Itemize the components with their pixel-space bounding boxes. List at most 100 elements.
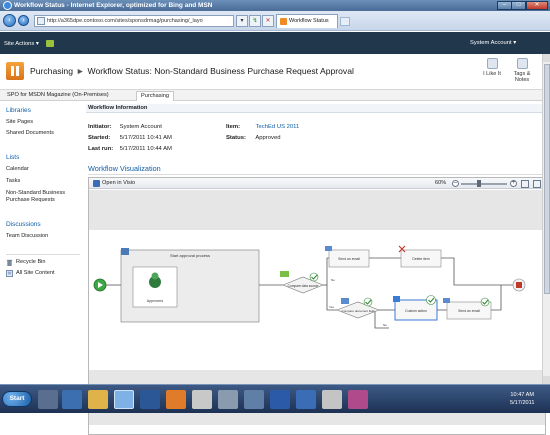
all-site-content-link[interactable]: All Site Content [16,270,55,277]
system-tray[interactable] [476,394,506,404]
sidebar-item-tasks[interactable]: Tasks [6,178,20,185]
success-check-icon-3 [426,295,436,305]
topnav-item-purchasing[interactable]: Purchasing [136,91,174,101]
tags-notes-button[interactable]: Tags & Notes [508,58,536,88]
stop-icon[interactable]: ✕ [262,15,274,27]
zoom-slider[interactable] [461,183,507,185]
user-menu[interactable]: System Account ▾ [470,40,516,46]
ie-icon [3,1,12,10]
sharepoint-tab-icon [280,18,287,25]
visio-taskbar-icon[interactable] [296,390,316,409]
top-navigation: SPO for MSDN Magazine (On-Premises) Purc… [0,90,550,101]
close-window-button[interactable]: ✕ [526,1,548,10]
address-bar-area: ‹ › http://a365dpe.contoso.com/sites/spo… [0,11,550,31]
started-label: Started: [88,135,111,141]
internet-explorer-icon[interactable] [114,390,134,409]
item-link[interactable]: TechEd US 2011 [256,124,300,130]
item-label: Item: [226,124,241,130]
zoom-out-icon[interactable]: – [452,180,459,187]
site-actions-menu[interactable]: Site Actions ▾ [4,41,39,47]
site-logo-icon[interactable] [6,62,24,80]
forward-button[interactable]: › [18,15,29,26]
sidebar-item-nonstandard-line2[interactable]: Purchase Requests [6,197,55,204]
send-email-label: Send an email [338,257,360,261]
like-icon [486,58,498,69]
lists-heading[interactable]: Lists [6,154,19,161]
sidebar-item-shared-documents[interactable]: Shared Documents [6,130,54,137]
scroll-up-icon[interactable] [543,54,550,62]
compat-view-icon[interactable]: ↯ [249,15,261,27]
start-button[interactable]: Start [2,391,32,407]
quick-launch: Libraries Site Pages Shared Documents Li… [0,102,84,297]
workflow-information-heading: Workflow Information [86,104,548,113]
scroll-down-icon[interactable] [543,376,550,384]
topnav-item-home[interactable]: SPO for MSDN Magazine (On-Premises) [3,91,113,101]
outlook-icon[interactable] [166,390,186,409]
network-icon[interactable] [244,390,264,409]
maximize-button[interactable]: □ [511,1,526,10]
utility-icon[interactable] [322,390,342,409]
new-tab-button[interactable] [340,17,350,26]
window-title: Workflow Status - Internet Explorer, opt… [14,2,213,9]
stage-marker-icon [121,248,129,255]
custom-action-icon [393,296,400,302]
initiator-row: Initiator: System Account [88,124,162,130]
email-icon-2 [443,298,450,303]
breadcrumb-site[interactable]: Purchasing [30,66,73,76]
status-value: Approved [255,135,281,141]
tools-icon[interactable] [218,390,238,409]
sidebar-item-calendar[interactable]: Calendar [6,166,29,173]
libraries-heading[interactable]: Libraries [6,107,31,114]
sidebar-item-team-discussion[interactable]: Team Discussion [6,233,48,240]
scroll-thumb[interactable] [544,64,550,294]
recycle-bin-icon [6,259,13,266]
tags-notes-icon [516,58,528,69]
recycle-bin-link[interactable]: Recycle Bin [16,259,46,266]
minimize-button[interactable]: – [497,1,512,10]
last-run-row: Last run: 5/17/2011 10:44 AM [88,146,172,152]
page-title: Purchasing ► Workflow Status: Non-Standard… [30,66,354,76]
sidebar-item-nonstandard-line1[interactable]: Non-Standard Business [6,190,65,197]
breadcrumb-page: Workflow Status: Non-Standard Business P… [87,66,354,76]
settings-icon[interactable] [192,390,212,409]
zoom-slider-thumb[interactable] [477,180,481,187]
open-in-visio-button[interactable]: Open in Visio [93,180,135,187]
started-value: 5/17/2011 10:41 AM [119,135,172,141]
window-title-bar: Workflow Status - Internet Explorer, opt… [0,0,550,11]
last-run-label: Last run: [88,146,114,152]
page-title-area: Purchasing ► Workflow Status: Non-Standard… [0,54,550,90]
clock[interactable]: 10:47 AM 5/17/2011 [510,391,534,407]
status-row: Status: Approved [226,135,281,141]
sidebar-item-site-pages[interactable]: Site Pages [6,119,33,126]
breadcrumb-arrow-icon: ► [76,66,85,76]
last-run-value: 5/17/2011 10:44 AM [119,146,172,152]
server-manager-icon[interactable] [38,390,58,409]
compare-data-source-label: Compare data source [288,284,319,288]
main-content: Workflow Information Initiator: System A… [86,102,548,435]
fit-to-page-icon[interactable] [521,180,529,188]
all-site-content-icon [6,270,13,277]
i-like-it-button[interactable]: I Like It [478,58,506,88]
visualization-divider [88,174,546,175]
word-icon[interactable] [270,390,290,409]
snipping-icon[interactable] [348,390,368,409]
vertical-scrollbar[interactable] [542,54,550,384]
zoom-in-icon[interactable]: + [510,180,517,187]
app-icon[interactable] [140,390,160,409]
browse-icon[interactable] [46,40,54,47]
branch-no-top: No [331,278,335,282]
discussions-heading[interactable]: Discussions [6,221,41,228]
viewer-toolbar: Open in Visio 60% – + [89,178,545,189]
tab-workflow-status[interactable]: Workflow Status [276,14,338,28]
initiator-value: System Account [119,124,162,130]
item-row: Item: TechEd US 2011 [226,124,299,130]
dropdown-icon[interactable]: ▾ [236,15,248,27]
powershell-icon[interactable] [62,390,82,409]
url-input[interactable]: http://a365dpe.contoso.com/sites/sponsdr… [34,15,234,27]
refresh-icon[interactable] [533,180,541,188]
condition-icon [280,271,289,277]
explorer-icon[interactable] [88,390,108,409]
back-button[interactable]: ‹ [3,14,16,27]
initiator-label: Initiator: [88,124,112,130]
workflow-visualization-heading: Workflow Visualization [88,164,161,173]
